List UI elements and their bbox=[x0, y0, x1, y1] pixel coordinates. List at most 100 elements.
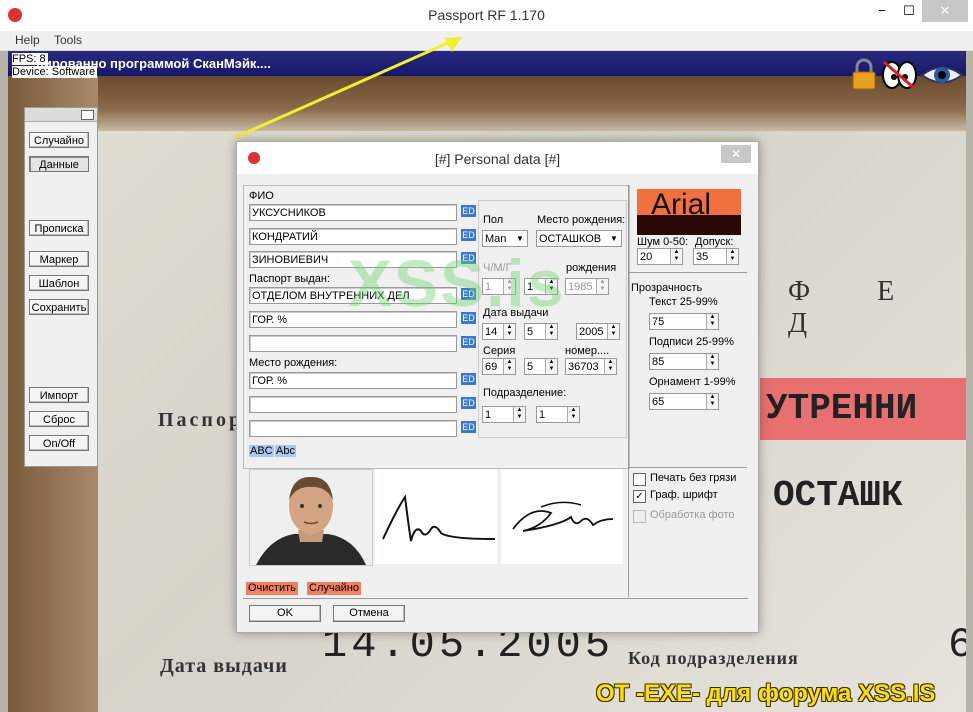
number-spinner[interactable]: 36703 ▲ ▼ bbox=[565, 358, 617, 375]
random-images-button[interactable]: Случайно bbox=[307, 582, 362, 595]
photo-processing-checkbox[interactable] bbox=[633, 510, 646, 523]
issue-day-spinner[interactable]: 14 ▲ ▼ bbox=[482, 323, 516, 340]
birthplace-field-2[interactable] bbox=[249, 396, 457, 413]
series-a-spinner[interactable]: 69 ▲ ▼ bbox=[482, 358, 516, 375]
eye-icon[interactable] bbox=[920, 60, 964, 90]
dialog-titlebar: [#] Personal data [#] ✕ bbox=[237, 142, 758, 174]
window-title: Passport RF 1.170 bbox=[428, 7, 545, 23]
font-preview-dark-band bbox=[637, 215, 741, 235]
issue-month-value: 5 bbox=[527, 326, 534, 338]
photo-portrait[interactable] bbox=[249, 469, 373, 566]
spinner-arrows-icon[interactable]: ▲ ▼ bbox=[503, 359, 515, 374]
passport-cover bbox=[8, 76, 966, 131]
spinner-arrows-icon[interactable]: ▲ ▼ bbox=[596, 279, 608, 294]
spinner-arrows-icon[interactable]: ▲ ▼ bbox=[706, 314, 718, 329]
name-ed-button[interactable]: ED bbox=[461, 229, 476, 241]
tolerance-value: 35 bbox=[696, 251, 709, 263]
division-a-spinner[interactable]: 1 ▲ ▼ bbox=[482, 406, 526, 423]
device-readout: Device: Software bbox=[12, 66, 98, 78]
birthplace-2-ed-button[interactable]: ED bbox=[461, 397, 476, 409]
series-b-spinner[interactable]: 5 ▲ ▼ bbox=[524, 358, 558, 375]
spinner-arrows-icon[interactable]: ▲ ▼ bbox=[567, 407, 579, 422]
checkbox-divider bbox=[629, 467, 747, 468]
tolerance-label: Допуск: bbox=[695, 236, 734, 248]
birthplace-3-ed-button[interactable]: ED bbox=[461, 421, 476, 433]
maximize-button[interactable]: ☐ bbox=[896, 0, 922, 22]
fps-readout: FPS: 8 bbox=[12, 53, 48, 65]
menu-tools[interactable]: Tools bbox=[54, 33, 82, 47]
issue-year-spinner[interactable]: 2005 ▲ ▼ bbox=[576, 323, 620, 340]
panel-titlebar[interactable] bbox=[25, 108, 97, 122]
minimize-button[interactable]: − bbox=[868, 0, 896, 22]
division-a-value: 1 bbox=[485, 409, 492, 421]
spinner-arrows-icon[interactable]: ▲ ▼ bbox=[545, 324, 557, 339]
spinner-arrows-icon[interactable]: ▲ ▼ bbox=[670, 249, 682, 264]
issue-month-spinner[interactable]: 5 ▲ ▼ bbox=[524, 323, 558, 340]
spinner-arrows-icon[interactable]: ▲ ▼ bbox=[706, 354, 718, 369]
registration-button[interactable]: Прописка bbox=[29, 220, 89, 236]
right-column-border bbox=[628, 185, 629, 597]
spinner-arrows-icon[interactable]: ▲ ▼ bbox=[513, 407, 525, 422]
spinner-arrows-icon[interactable]: ▲ ▼ bbox=[706, 394, 718, 409]
abc-upper-button[interactable]: ABC bbox=[249, 445, 274, 457]
birthplace-field-1[interactable]: ГОР. % bbox=[249, 372, 457, 389]
sign-opacity-spinner[interactable]: 85 ▲ ▼ bbox=[649, 353, 719, 370]
onoff-button[interactable]: On/Off bbox=[29, 435, 89, 451]
panel-restore-icon[interactable] bbox=[81, 110, 94, 120]
ornament-opacity-spinner[interactable]: 65 ▲ ▼ bbox=[649, 393, 719, 410]
tolerance-spinner[interactable]: 35 ▲ ▼ bbox=[693, 248, 739, 265]
spinner-arrows-icon[interactable]: ▲ ▼ bbox=[545, 359, 557, 374]
issued-3-ed-button[interactable]: ED bbox=[461, 336, 476, 348]
banner-band: нированно программой СканМэйк.... bbox=[8, 51, 966, 76]
reset-button[interactable]: Сброс bbox=[29, 411, 89, 427]
series-label: Серия bbox=[483, 345, 516, 357]
noise-spinner[interactable]: 20 ▲ ▼ bbox=[637, 248, 683, 265]
font-preview-box[interactable]: Arial bbox=[637, 189, 741, 235]
eyes-off-icon[interactable] bbox=[881, 56, 917, 92]
abc-title-button[interactable]: Abc bbox=[275, 445, 296, 457]
birthplace-1-ed-button[interactable]: ED bbox=[461, 373, 476, 385]
marker-button[interactable]: Маркер bbox=[29, 251, 89, 267]
signature-2[interactable] bbox=[501, 469, 623, 564]
birthplace-label: Место рождения: bbox=[249, 357, 338, 369]
save-button[interactable]: Сохранить bbox=[29, 299, 89, 315]
graph-font-checkbox[interactable]: ✓ bbox=[633, 490, 646, 503]
import-button[interactable]: Импорт bbox=[29, 387, 89, 403]
sex-label: Пол bbox=[483, 214, 504, 226]
close-button[interactable]: ✕ bbox=[922, 0, 968, 22]
surname-ed-button[interactable]: ED bbox=[461, 205, 476, 217]
data-button[interactable]: Данные bbox=[29, 156, 89, 172]
chevron-down-icon: ▼ bbox=[610, 234, 618, 243]
text-opacity-spinner[interactable]: 75 ▲ ▼ bbox=[649, 313, 719, 330]
personal-data-dialog: [#] Personal data [#] ✕ ФИО УКСУСНИКОВ E… bbox=[236, 141, 759, 633]
settings-divider bbox=[629, 272, 747, 273]
division-b-spinner[interactable]: 1 ▲ ▼ bbox=[536, 406, 580, 423]
random-button[interactable]: Случайно bbox=[29, 132, 89, 148]
spinner-arrows-icon[interactable]: ▲ ▼ bbox=[604, 359, 616, 374]
cancel-button[interactable]: Отмена bbox=[333, 605, 405, 622]
print-clean-checkbox[interactable] bbox=[633, 473, 646, 486]
series-b-value: 5 bbox=[527, 361, 534, 373]
birthplace-field-3[interactable] bbox=[249, 420, 457, 437]
template-button[interactable]: Шаблон bbox=[29, 275, 89, 291]
birth-year-spinner[interactable]: 1985 ▲ ▼ bbox=[565, 278, 609, 295]
bg-country-text: Ф Е Д bbox=[788, 276, 925, 339]
dialog-close-button[interactable]: ✕ bbox=[721, 145, 751, 163]
text-opacity-value: 75 bbox=[652, 316, 665, 328]
ok-button[interactable]: OK bbox=[249, 605, 321, 622]
bg-division-label: Код подразделения bbox=[628, 648, 799, 668]
spinner-arrows-icon[interactable]: ▲ ▼ bbox=[726, 249, 738, 264]
issued-field-3[interactable] bbox=[249, 335, 457, 352]
lock-icon[interactable] bbox=[852, 58, 876, 90]
bg-passport-label: Паспор bbox=[158, 409, 244, 431]
spinner-arrows-icon[interactable]: ▲ ▼ bbox=[503, 324, 515, 339]
signature-1[interactable] bbox=[375, 469, 497, 564]
clear-button[interactable]: Очистить bbox=[246, 582, 298, 595]
name-field[interactable]: КОНДРАТИЙ bbox=[249, 228, 457, 245]
surname-field[interactable]: УКСУСНИКОВ bbox=[249, 204, 457, 221]
menu-help[interactable]: Help bbox=[15, 33, 40, 47]
fio-label: ФИО bbox=[249, 190, 274, 202]
watermark: XSS.is bbox=[348, 246, 566, 320]
graph-font-label: Граф. шрифт bbox=[650, 489, 718, 501]
spinner-arrows-icon[interactable]: ▲ ▼ bbox=[607, 324, 619, 339]
